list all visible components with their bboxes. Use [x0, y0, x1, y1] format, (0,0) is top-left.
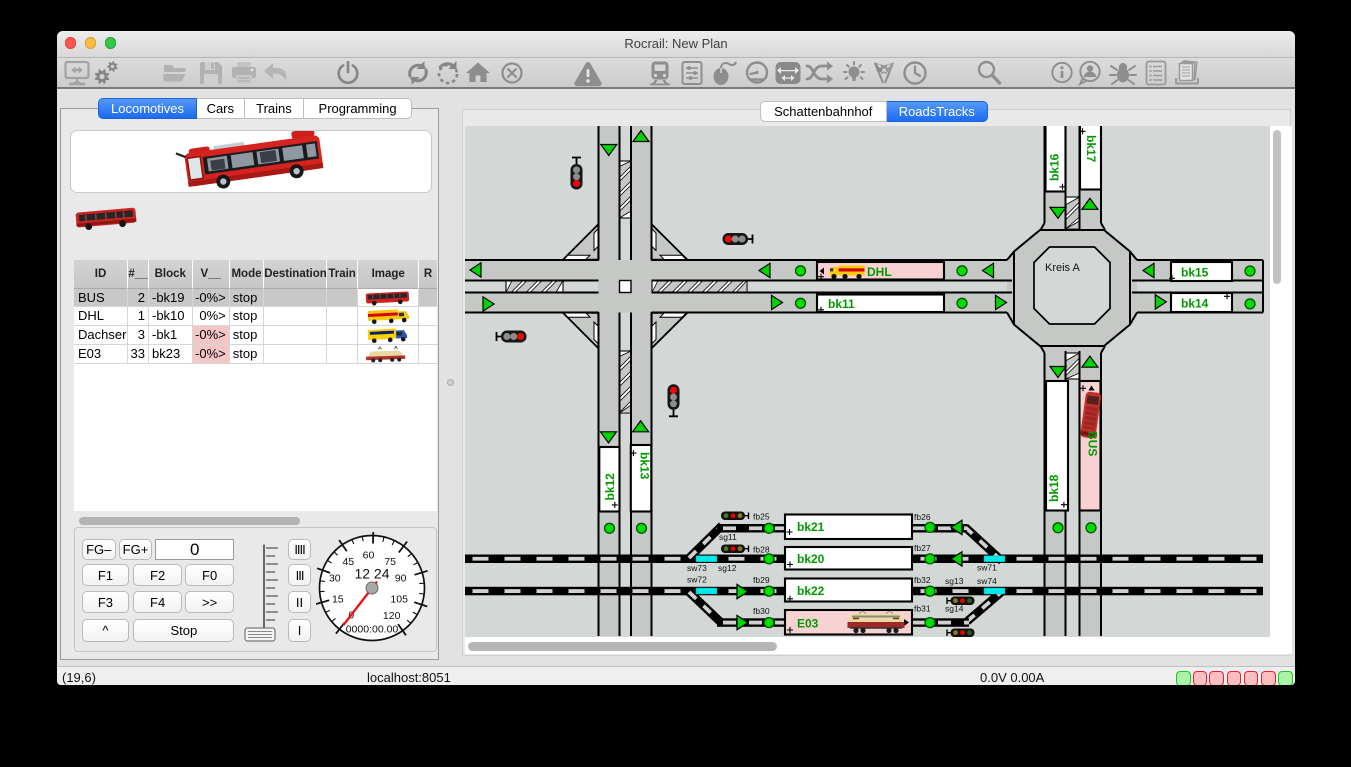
- svg-text:bk22: bk22: [797, 584, 825, 598]
- svg-text:bk14: bk14: [1181, 297, 1209, 311]
- svg-text:fb30: fb30: [753, 606, 770, 616]
- svg-text:fb31: fb31: [914, 604, 931, 614]
- svg-text:sw71: sw71: [977, 563, 997, 573]
- svg-text:120: 120: [383, 610, 401, 622]
- svg-text:bk18: bk18: [1047, 474, 1061, 502]
- svg-text:sg13: sg13: [945, 576, 964, 586]
- svg-text:105: 105: [390, 593, 408, 605]
- svg-text:30: 30: [329, 572, 341, 584]
- svg-text:90: 90: [395, 572, 407, 584]
- svg-text:fb27: fb27: [914, 543, 931, 553]
- svg-text:bk17: bk17: [1084, 135, 1098, 163]
- svg-text:bk16: bk16: [1048, 153, 1062, 181]
- svg-text:DHL: DHL: [867, 265, 892, 279]
- svg-text:sg12: sg12: [718, 563, 737, 573]
- svg-text:45: 45: [342, 556, 354, 568]
- svg-text:12 24: 12 24: [354, 566, 389, 582]
- svg-text:bk13: bk13: [638, 452, 652, 480]
- svg-text:fb32: fb32: [914, 575, 931, 585]
- svg-text:sw74: sw74: [977, 576, 997, 586]
- svg-text:60: 60: [363, 549, 375, 561]
- svg-text:fb28: fb28: [753, 545, 770, 555]
- svg-text:Kreis A: Kreis A: [1045, 262, 1081, 274]
- svg-text:sg11: sg11: [719, 532, 737, 542]
- svg-text:bk12: bk12: [603, 473, 617, 501]
- svg-text:fb29: fb29: [753, 575, 770, 585]
- svg-text:sw72: sw72: [687, 575, 707, 585]
- svg-text:sw73: sw73: [687, 563, 707, 573]
- svg-text:bk21: bk21: [797, 520, 825, 534]
- svg-text:0000:00.00: 0000:00.00: [346, 624, 399, 636]
- svg-text:bk20: bk20: [797, 552, 825, 566]
- svg-text:15: 15: [332, 593, 344, 605]
- svg-text:E03: E03: [797, 617, 819, 631]
- svg-text:bk15: bk15: [1181, 266, 1209, 280]
- svg-text:sg14: sg14: [945, 604, 964, 614]
- svg-text:bk11: bk11: [828, 297, 855, 311]
- svg-text:fb26: fb26: [914, 512, 931, 522]
- svg-text:fb25: fb25: [753, 512, 770, 522]
- svg-text:BUS: BUS: [1086, 431, 1100, 456]
